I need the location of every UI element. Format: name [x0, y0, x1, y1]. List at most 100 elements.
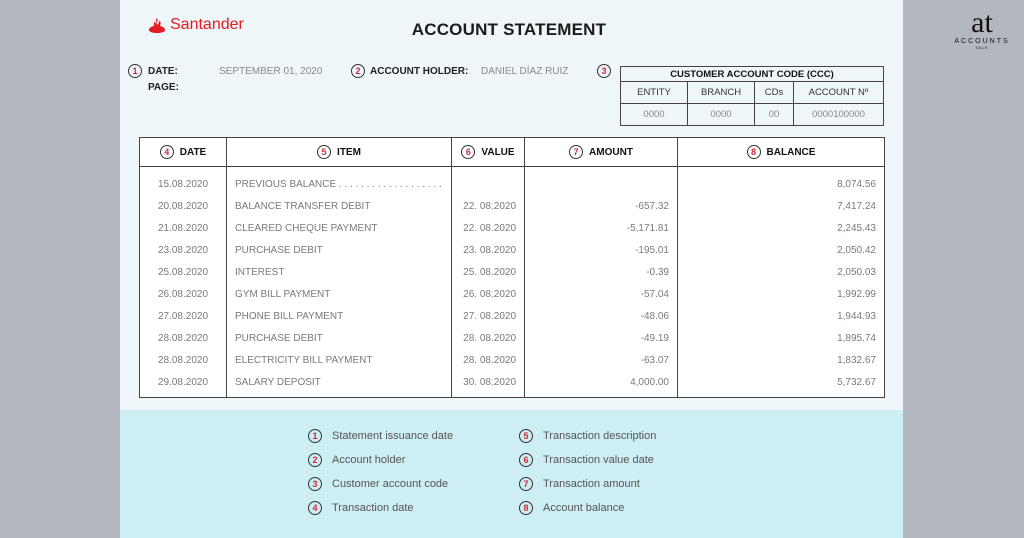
badge-2: 2	[351, 64, 365, 78]
badge-3: 3	[597, 64, 611, 78]
col-balance-label: BALANCE	[766, 146, 816, 158]
cell-value: 27. 08.2020	[451, 305, 525, 327]
cell-date: 15.08.2020	[139, 166, 227, 195]
ccc-header-branch: BRANCH	[687, 81, 755, 104]
cell-item: PURCHASE DEBIT	[226, 239, 452, 261]
legend-item: 3 Customer account code	[308, 472, 453, 496]
holder-value: DANIEL DÍAZ RUIZ	[481, 66, 569, 77]
at-name: ACCOUNTS	[954, 38, 1010, 45]
badge-5: 5	[317, 145, 332, 159]
cell-amount	[524, 166, 678, 195]
cell-balance: 1,992.99	[677, 283, 885, 305]
cell-value: 26. 08.2020	[451, 283, 525, 305]
page-title: ACCOUNT STATEMENT	[411, 20, 607, 39]
ccc-account-number: 0000100000	[793, 103, 884, 126]
cell-balance: 1,832.67	[677, 349, 885, 371]
legend-item: 8 Account balance	[519, 496, 656, 520]
table-row: 23.08.2020 PURCHASE DEBIT 23. 08.2020 -195.…	[139, 239, 885, 261]
col-date: 4 DATE	[139, 137, 227, 167]
badge-1: 1	[128, 64, 142, 78]
cell-balance: 7,417.24	[677, 195, 885, 217]
legend-text: Transaction description	[543, 430, 657, 442]
legend-band	[120, 410, 903, 538]
table-row: 27.08.2020 PHONE BILL PAYMENT 27. 08.2020-…	[139, 305, 885, 327]
cell-item: BALANCE TRANSFER DEBIT	[226, 195, 452, 217]
cell-balance: 5,732.67	[677, 371, 885, 398]
legend-badge: 2	[308, 453, 322, 467]
transactions-table: 4 DATE 5 ITEM 6 VALUE 7 AMOUNT 8 BALANCE 15.0…	[139, 137, 885, 398]
cell-value: 22. 08.2020	[451, 195, 525, 217]
legend-item: 4 Transaction date	[308, 496, 453, 520]
col-balance: 8 BALANCE	[677, 137, 885, 167]
cell-amount: 4,000.00	[524, 371, 678, 398]
table-row: 29.08.2020 SALARY DEPOSIT 30. 08.2020 4,000…	[139, 371, 885, 398]
cell-amount: -57.04	[524, 283, 678, 305]
legend-text: Statement issuance date	[332, 430, 454, 442]
cell-amount: -63.07	[524, 349, 678, 371]
cell-date: 28.08.2020	[139, 349, 227, 371]
ccc-branch: 0000	[687, 103, 755, 126]
cell-amount: -657.32	[524, 195, 678, 217]
holder-label: ACCOUNT HOLDER:	[370, 66, 469, 77]
table-row: 25.08.2020 INTEREST 25. 08.2020 -0.39 2,050.…	[139, 261, 885, 283]
cell-date: 23.08.2020	[139, 239, 227, 261]
cell-value: 30. 08.2020	[451, 371, 525, 398]
at-monogram: at	[971, 6, 993, 39]
table-row: 15.08.2020 PREVIOUS BALANCE . . . . . . .…	[139, 166, 885, 195]
col-date-label: DATE	[179, 146, 207, 158]
page-label: PAGE:	[148, 82, 179, 93]
ccc-header-cds: CDs	[754, 81, 794, 104]
cell-item: CLEARED CHEQUE PAYMENT	[226, 217, 452, 239]
ccc-cds: 00	[754, 103, 794, 126]
cell-item: ELECTRICITY BILL PAYMENT	[226, 349, 452, 371]
cell-value: 28. 08.2020	[451, 327, 525, 349]
ccc-header-entity: ENTITY	[620, 81, 688, 104]
table-row: 21.08.2020 CLEARED CHEQUE PAYMENT 22. 08.2…	[139, 217, 885, 239]
col-amount-label: AMOUNT	[589, 146, 633, 158]
badge-7: 7	[569, 145, 584, 159]
legend-text: Transaction date	[332, 502, 414, 514]
cell-amount: -49.19	[524, 327, 678, 349]
cell-balance: 8,074.56	[677, 166, 885, 195]
legend-badge: 8	[519, 501, 533, 515]
customer-account-code-table: CUSTOMER ACCOUNT CODE (CCC) ENTITY BRANC…	[620, 66, 884, 126]
cell-balance: 2,245.43	[677, 217, 885, 239]
legend-text: Customer account code	[332, 478, 449, 490]
legend-text: Account balance	[543, 502, 625, 514]
legend-left: 1 Statement issuance date 2 Account holder…	[308, 424, 453, 520]
cell-balance: 2,050.03	[677, 261, 885, 283]
brand-name: Santander	[170, 16, 244, 33]
cell-value: 25. 08.2020	[451, 261, 525, 283]
badge-6: 6	[461, 145, 476, 159]
cell-amount: -195.01	[524, 239, 678, 261]
badge-8: 8	[746, 145, 761, 159]
cell-date: 27.08.2020	[139, 305, 227, 327]
cell-item: PURCHASE DEBIT	[226, 327, 452, 349]
col-amount: 7 AMOUNT	[524, 137, 678, 167]
legend-badge: 7	[519, 477, 533, 491]
legend-text: Transaction value date	[543, 454, 654, 466]
cell-item: PREVIOUS BALANCE . . . . . . . . . . . .…	[226, 166, 452, 195]
table-row: 20.08.2020 BALANCE TRANSFER DEBIT 22. 08.2…	[139, 195, 885, 217]
cell-amount: -5,171.81	[524, 217, 678, 239]
legend-right: 5 Transaction description 6 Transaction va…	[519, 424, 656, 520]
cell-value: 28. 08.2020	[451, 349, 525, 371]
cell-balance: 2,050.42	[677, 239, 885, 261]
col-item: 5 ITEM	[226, 137, 452, 167]
legend-badge: 5	[519, 429, 533, 443]
table-row: 28.08.2020 ELECTRICITY BILL PAYMENT 28. 08…	[139, 349, 885, 371]
col-item-label: ITEM	[337, 146, 361, 158]
badge-4: 4	[159, 145, 174, 159]
cell-amount: -0.39	[524, 261, 678, 283]
legend-text: Transaction amount	[543, 478, 640, 490]
legend-badge: 6	[519, 453, 533, 467]
cell-date: 21.08.2020	[139, 217, 227, 239]
cell-date: 26.08.2020	[139, 283, 227, 305]
cell-date: 25.08.2020	[139, 261, 227, 283]
date-value: SEPTEMBER 01, 2020	[219, 66, 323, 77]
cell-balance: 1,944.93	[677, 305, 885, 327]
cell-date: 28.08.2020	[139, 327, 227, 349]
table-row: 26.08.2020 GYM BILL PAYMENT 26. 08.2020 -57…	[139, 283, 885, 305]
accounts-talk-logo: at ACCOUNTS TALK	[940, 6, 1024, 51]
flame-icon	[149, 18, 165, 33]
